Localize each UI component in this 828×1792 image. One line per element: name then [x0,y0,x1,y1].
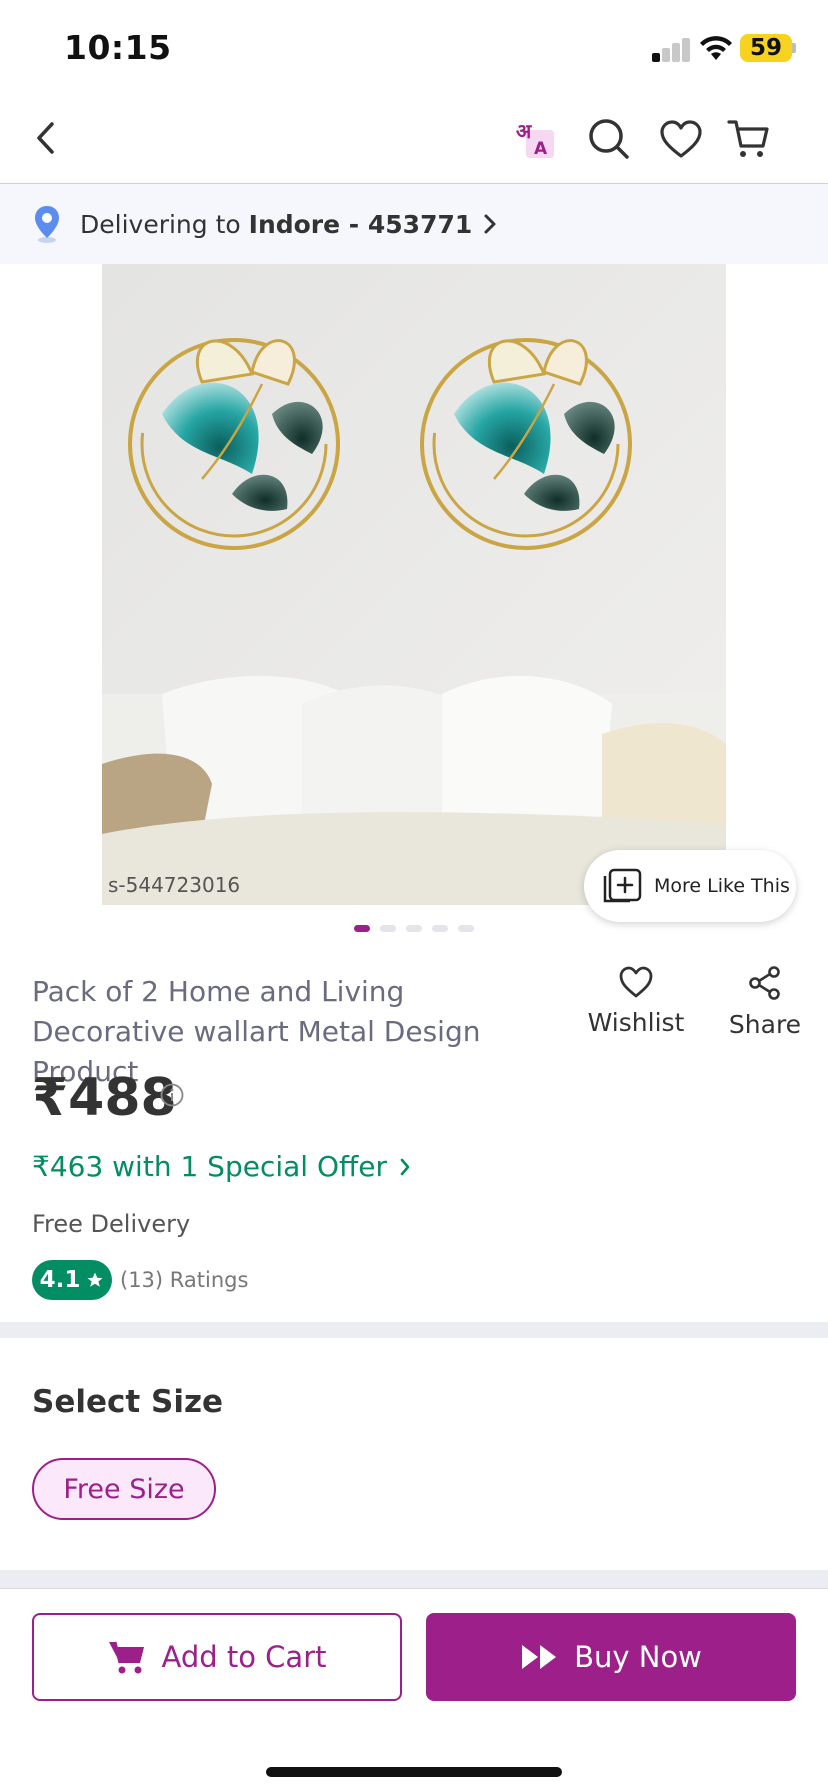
back-button[interactable] [24,116,68,160]
wishlist-label: Wishlist [587,1008,685,1037]
add-to-cart-button[interactable]: Add to Cart [32,1613,402,1701]
buy-now-button[interactable]: Buy Now [426,1613,796,1701]
translate-button[interactable]: अ A [512,116,558,162]
image-pager[interactable] [354,925,474,932]
home-indicator [266,1767,562,1777]
pager-dot[interactable] [406,925,422,932]
rating-badge: 4.1 [32,1260,112,1300]
chevron-right-icon [484,214,496,234]
battery-tip [792,43,796,53]
wishlist-header-button[interactable] [656,114,706,164]
svg-text:A: A [534,139,548,159]
section-divider [0,1322,828,1338]
more-like-this-label: More Like This [654,875,790,897]
delivery-location-bar[interactable]: Delivering to Indore - 453771 [0,184,828,264]
size-option-free-size[interactable]: Free Size [32,1458,216,1520]
signal-icon [652,36,692,62]
heart-icon [619,966,653,998]
product-photo: s-544723016 [102,264,726,905]
search-icon [589,119,629,159]
fast-forward-icon [522,1645,557,1669]
wifi-icon [700,36,732,60]
section-divider [0,1570,828,1588]
share-button[interactable]: Share [720,966,810,1039]
share-label: Share [728,1010,802,1039]
cart-header-button[interactable] [724,114,774,164]
pager-dot[interactable] [432,925,448,932]
product-price: ₹488 [32,1068,177,1128]
chevron-right-icon [400,1158,410,1175]
translate-icon: अ A [516,119,554,159]
image-watermark: s-544723016 [108,873,240,897]
special-offer-link[interactable]: ₹463 with 1 Special Offer [32,1150,411,1183]
share-icon [749,966,780,1000]
rating-value: 4.1 [39,1267,81,1293]
svg-text:अ: अ [516,119,532,143]
product-image[interactable]: s-544723016 [102,264,726,905]
more-like-this-button[interactable]: More Like This [584,850,796,922]
star-icon [87,1272,103,1287]
special-offer-text: ₹463 with 1 Special Offer [32,1150,388,1183]
wishlist-button[interactable]: Wishlist [586,966,686,1037]
top-nav: अ A [0,96,828,184]
delivery-text: Delivering to Indore - 453771 [80,210,472,239]
add-collection-icon [603,868,642,903]
status-time: 10:15 [64,28,172,67]
rating-count[interactable]: (13) Ratings [120,1268,248,1292]
buy-now-label: Buy Now [574,1640,702,1674]
bottom-action-bar: Add to Cart Buy Now [0,1588,828,1792]
pager-dot[interactable] [458,925,474,932]
pager-dot[interactable] [354,925,370,932]
free-delivery-label: Free Delivery [32,1210,191,1238]
delivery-location: Indore - 453771 [248,209,473,239]
pager-dot[interactable] [380,925,396,932]
select-size-heading: Select Size [32,1384,224,1420]
info-icon[interactable] [160,1083,184,1107]
search-button[interactable] [584,114,634,164]
status-bar: 10:15 59 [0,0,828,96]
delivery-prefix: Delivering to [80,209,241,239]
battery-level: 59 [740,34,792,62]
add-to-cart-label: Add to Cart [161,1640,327,1674]
heart-icon [660,120,702,158]
location-pin-icon [35,206,59,243]
back-arrow-icon [37,122,54,154]
cart-icon [727,120,769,157]
cart-icon [109,1641,145,1674]
